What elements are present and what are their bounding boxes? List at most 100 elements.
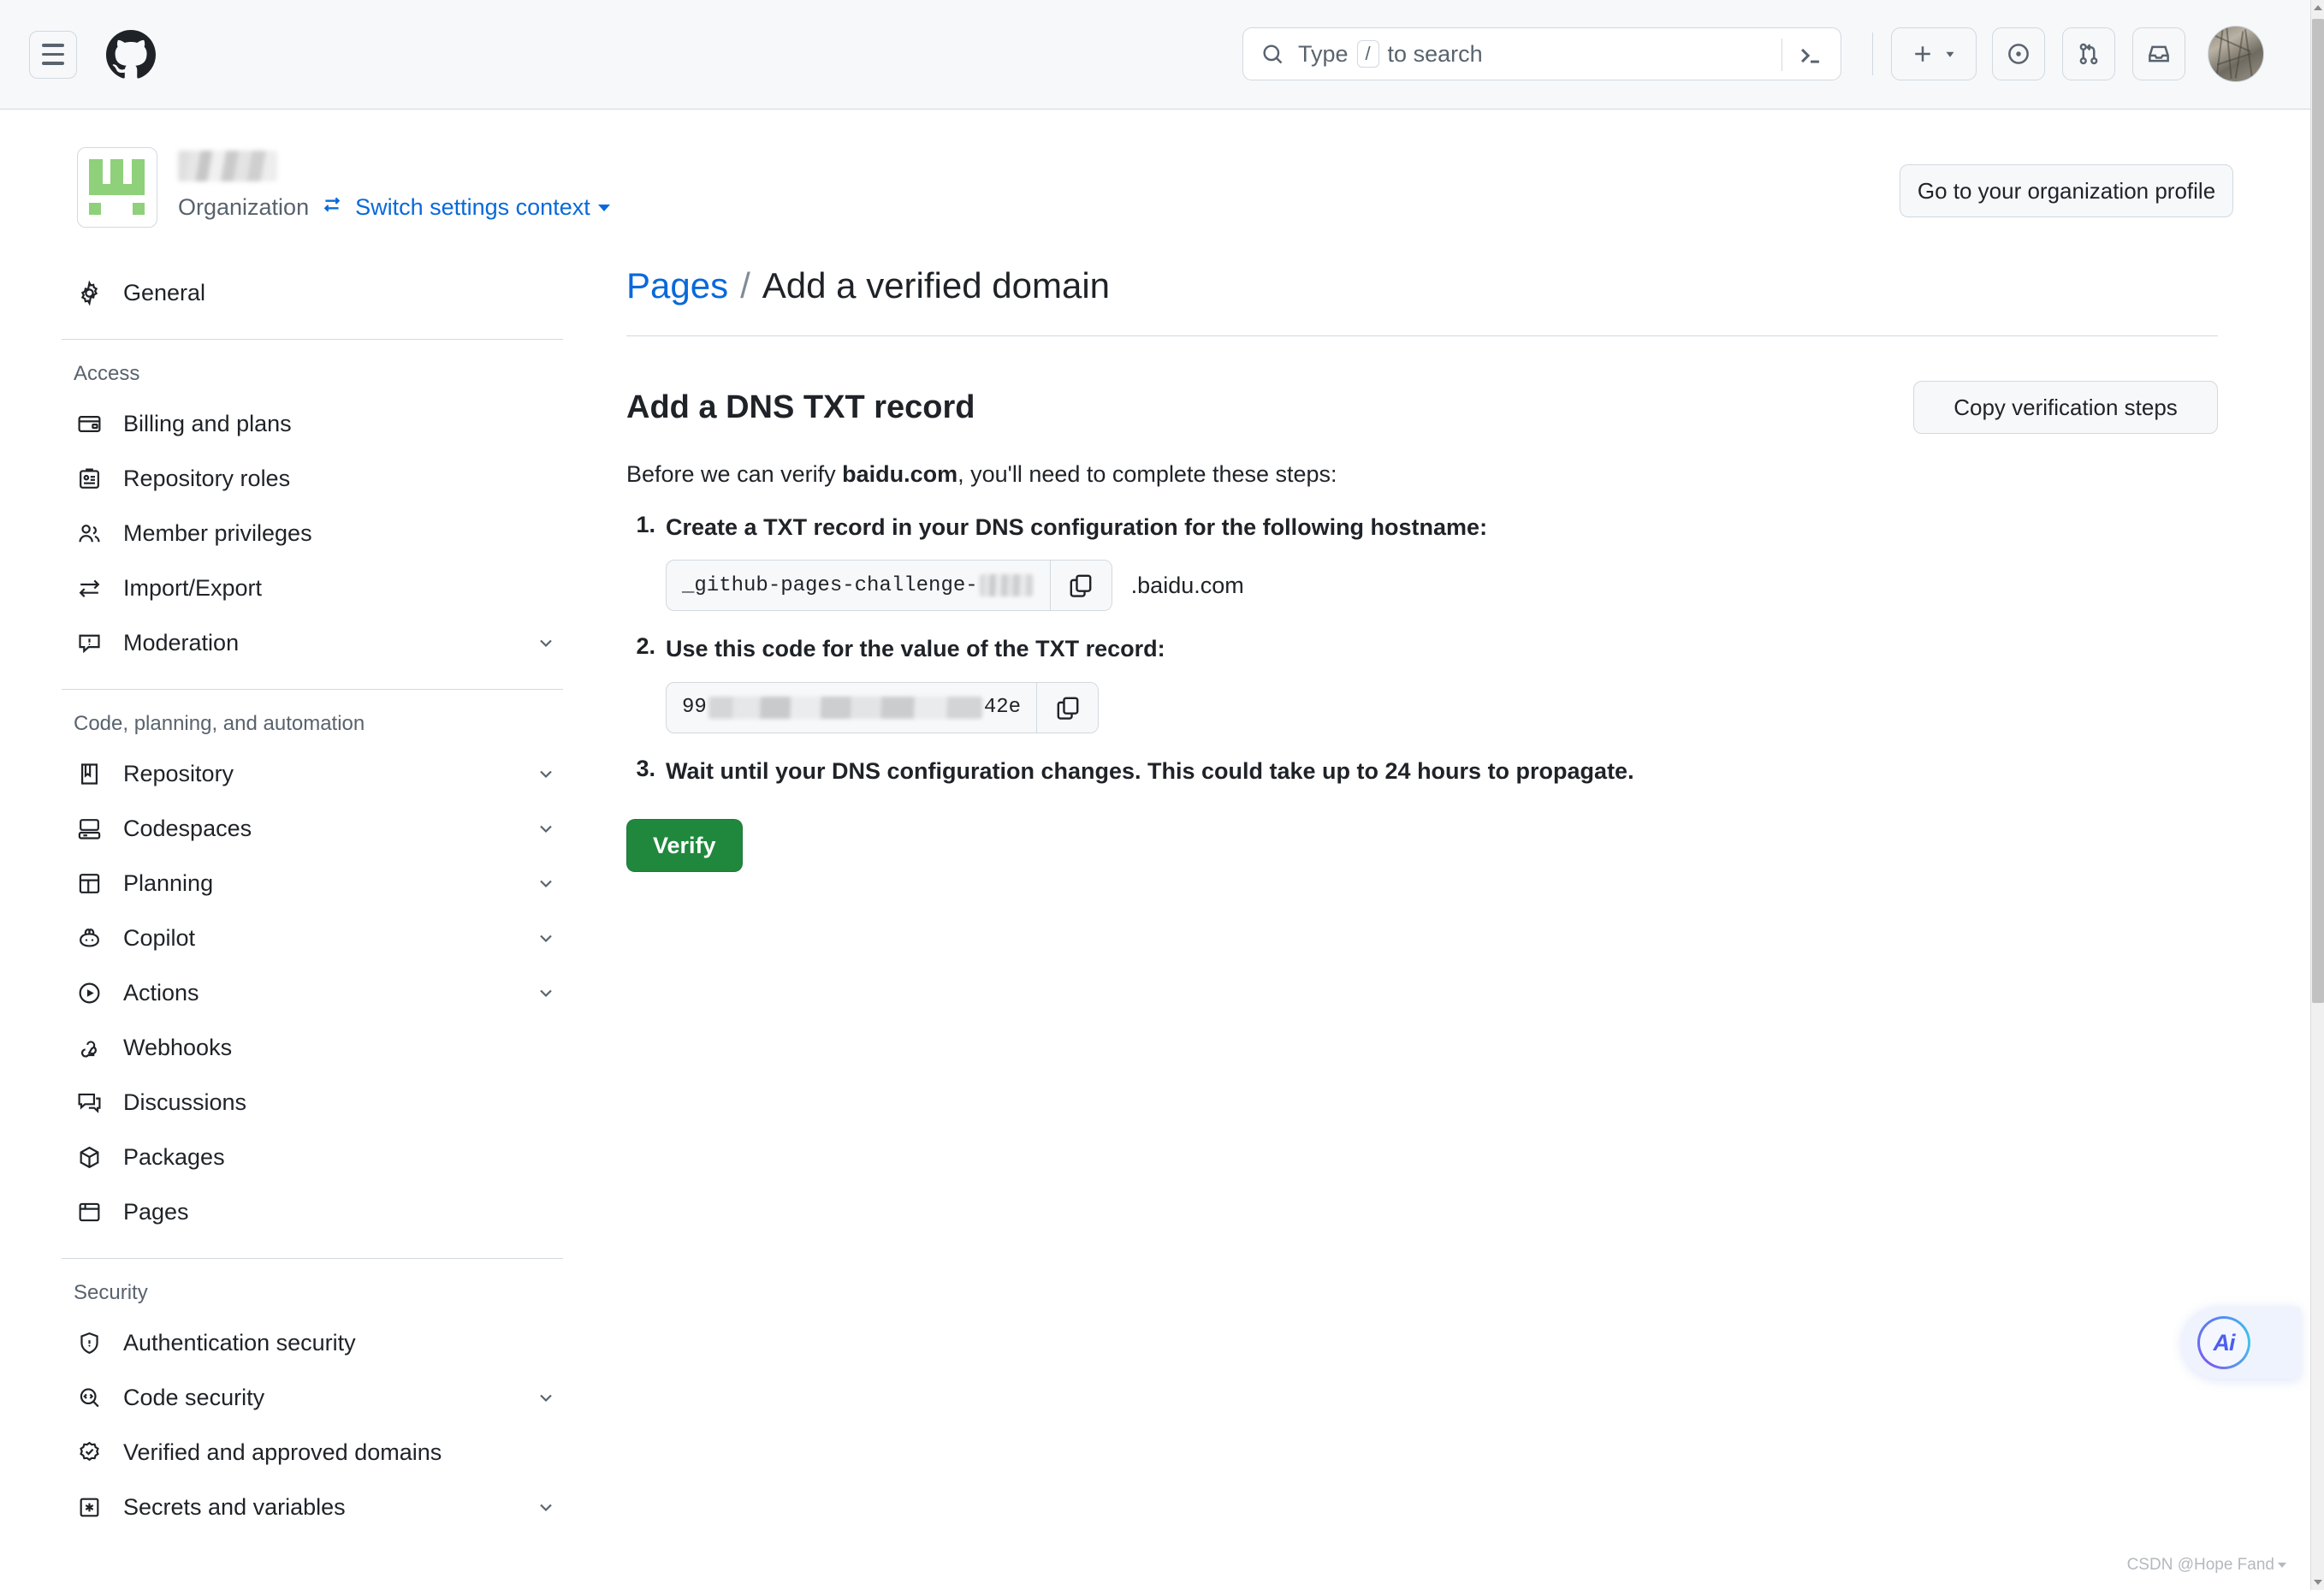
ai-icon: Ai bbox=[2197, 1316, 2250, 1369]
sidebar-item-pages[interactable]: Pages bbox=[62, 1184, 575, 1239]
sidebar-item-label: Webhooks bbox=[123, 1034, 233, 1060]
hostname-field[interactable]: _github-pages-challenge- bbox=[666, 560, 1112, 612]
step-number: 3. bbox=[636, 755, 655, 781]
organization-header: Organization Switch settings context bbox=[77, 147, 610, 228]
sidebar-item-label: Billing and plans bbox=[123, 410, 292, 436]
page-scrollbar[interactable] bbox=[2310, 0, 2324, 1590]
sidebar-item-copilot[interactable]: Copilot bbox=[62, 911, 575, 965]
chevron-down-icon[interactable] bbox=[536, 632, 556, 653]
copy-txt-value-button[interactable] bbox=[1036, 682, 1099, 733]
inbox-button[interactable] bbox=[2132, 27, 2185, 80]
switch-settings-context-label: Switch settings context bbox=[355, 194, 590, 220]
step-item: 3. Wait until your DNS configuration cha… bbox=[626, 756, 2218, 786]
sidebar-item-codespaces[interactable]: Codespaces bbox=[62, 801, 575, 856]
sidebar-item-label: Copilot bbox=[123, 924, 196, 951]
watermark: CSDN @Hope Fand bbox=[2127, 1556, 2286, 1575]
sidebar-item-label: Codespaces bbox=[123, 815, 252, 841]
breadcrumb: Pages / Add a verified domain bbox=[626, 265, 2218, 306]
play-icon bbox=[74, 977, 104, 1008]
sidebar-item-billing-and-plans[interactable]: Billing and plans bbox=[62, 396, 575, 451]
breadcrumb-pages-link[interactable]: Pages bbox=[626, 265, 728, 306]
txt-value-tail: 42e bbox=[983, 696, 1022, 720]
sidebar-item-packages[interactable]: Packages bbox=[62, 1130, 575, 1184]
sidebar-item-planning[interactable]: Planning bbox=[62, 856, 575, 911]
asterisk-key-icon bbox=[74, 1492, 104, 1522]
verified-icon bbox=[74, 1437, 104, 1468]
hostname-value-prefix: _github-pages-challenge- bbox=[682, 573, 978, 597]
sidebar-item-general[interactable]: General bbox=[62, 265, 575, 320]
github-logo-icon[interactable] bbox=[106, 29, 156, 80]
sidebar-item-member-privileges[interactable]: Member privileges bbox=[62, 506, 575, 561]
copy-hostname-button[interactable] bbox=[1049, 561, 1112, 611]
repo-icon bbox=[74, 758, 104, 789]
sidebar-item-label: Discussions bbox=[123, 1089, 247, 1115]
sidebar-item-actions[interactable]: Actions bbox=[62, 965, 575, 1020]
main-content: Pages / Add a verified domain Add a DNS … bbox=[626, 265, 2218, 873]
chevron-down-icon[interactable] bbox=[536, 1387, 556, 1408]
code-review-icon bbox=[74, 1382, 104, 1413]
sidebar-item-label: Repository bbox=[123, 760, 234, 786]
issues-button[interactable] bbox=[1992, 27, 2045, 80]
sidebar-item-label: Member privileges bbox=[123, 519, 312, 546]
section-header: Add a DNS TXT record Copy verification s… bbox=[626, 381, 2218, 434]
settings-sidebar: General Access Billing and plans Reposit… bbox=[62, 265, 575, 1534]
step-item: 2. Use this code for the value of the TX… bbox=[626, 633, 2218, 733]
browser-icon bbox=[74, 1196, 104, 1227]
sidebar-item-secrets-and-variables[interactable]: Secrets and variables bbox=[62, 1480, 575, 1534]
search-input[interactable]: Type / to search bbox=[1242, 27, 1841, 80]
chevron-down-icon[interactable] bbox=[536, 928, 556, 948]
sidebar-item-label: General bbox=[123, 279, 206, 306]
verify-button[interactable]: Verify bbox=[626, 819, 743, 873]
hostname-domain-suffix: .baidu.com bbox=[1130, 572, 1244, 598]
txt-value-field[interactable]: 99 42e bbox=[666, 681, 1100, 733]
arrow-switch-icon bbox=[74, 573, 104, 603]
sidebar-item-repository-roles[interactable]: Repository roles bbox=[62, 451, 575, 506]
chevron-down-icon[interactable] bbox=[536, 873, 556, 893]
ai-assistant-button[interactable]: Ai bbox=[2182, 1307, 2300, 1379]
hamburger-menu-icon[interactable] bbox=[29, 30, 77, 79]
chevron-down-icon bbox=[1946, 51, 1954, 57]
user-avatar[interactable] bbox=[2208, 26, 2264, 82]
hostname-value[interactable]: _github-pages-challenge- bbox=[667, 561, 1050, 610]
txt-value[interactable]: 99 42e bbox=[667, 683, 1036, 733]
scrollbar-thumb[interactable] bbox=[2312, 19, 2324, 1003]
issue-opened-icon bbox=[2008, 44, 2029, 64]
scroll-up-icon[interactable] bbox=[2311, 0, 2324, 15]
create-new-button[interactable] bbox=[1891, 27, 1977, 80]
txt-value-prefix: 99 bbox=[682, 696, 707, 720]
chevron-down-icon[interactable] bbox=[536, 1497, 556, 1517]
step-text: Create a TXT record in your DNS configur… bbox=[666, 514, 1488, 540]
copy-verification-steps-button[interactable]: Copy verification steps bbox=[1913, 381, 2218, 434]
sidebar-divider bbox=[62, 1258, 563, 1259]
sidebar-item-moderation[interactable]: Moderation bbox=[62, 615, 575, 670]
sidebar-item-import-export[interactable]: Import/Export bbox=[62, 561, 575, 615]
sidebar-item-verified-and-approved-domains[interactable]: Verified and approved domains bbox=[62, 1425, 575, 1480]
git-pull-request-icon bbox=[2079, 43, 2098, 65]
chevron-down-icon[interactable] bbox=[536, 763, 556, 784]
go-to-organization-profile-button[interactable]: Go to your organization profile bbox=[1900, 164, 2233, 217]
chevron-down-icon[interactable] bbox=[536, 818, 556, 839]
watermark-caret-icon bbox=[2278, 1563, 2286, 1568]
sidebar-item-repository[interactable]: Repository bbox=[62, 746, 575, 801]
sidebar-item-authentication-security[interactable]: Authentication security bbox=[62, 1315, 575, 1370]
organization-type-label: Organization bbox=[178, 194, 310, 220]
txt-value-redacted bbox=[708, 696, 982, 719]
chevron-down-icon[interactable] bbox=[536, 982, 556, 1003]
search-placeholder-suffix: to search bbox=[1387, 40, 1483, 67]
hostname-value-redacted bbox=[979, 574, 1033, 597]
watermark-text: CSDN @Hope Fand bbox=[2126, 1556, 2274, 1574]
id-badge-icon bbox=[74, 463, 104, 494]
pull-requests-button[interactable] bbox=[2062, 27, 2115, 80]
sidebar-item-webhooks[interactable]: Webhooks bbox=[62, 1020, 575, 1075]
codespaces-icon bbox=[74, 813, 104, 844]
terminal-icon[interactable] bbox=[1796, 41, 1825, 70]
scroll-down-icon[interactable] bbox=[2311, 1575, 2324, 1590]
sidebar-item-label: Code security bbox=[123, 1384, 265, 1410]
copy-icon bbox=[1070, 575, 1092, 598]
switch-settings-context-link[interactable]: Switch settings context bbox=[355, 194, 610, 221]
sidebar-item-discussions[interactable]: Discussions bbox=[62, 1075, 575, 1130]
organization-context-row: Organization Switch settings context bbox=[178, 193, 610, 222]
sidebar-item-code-security[interactable]: Code security bbox=[62, 1370, 575, 1425]
organization-avatar bbox=[77, 147, 157, 228]
intro-text: Before we can verify baidu.com, you'll n… bbox=[626, 461, 2218, 488]
